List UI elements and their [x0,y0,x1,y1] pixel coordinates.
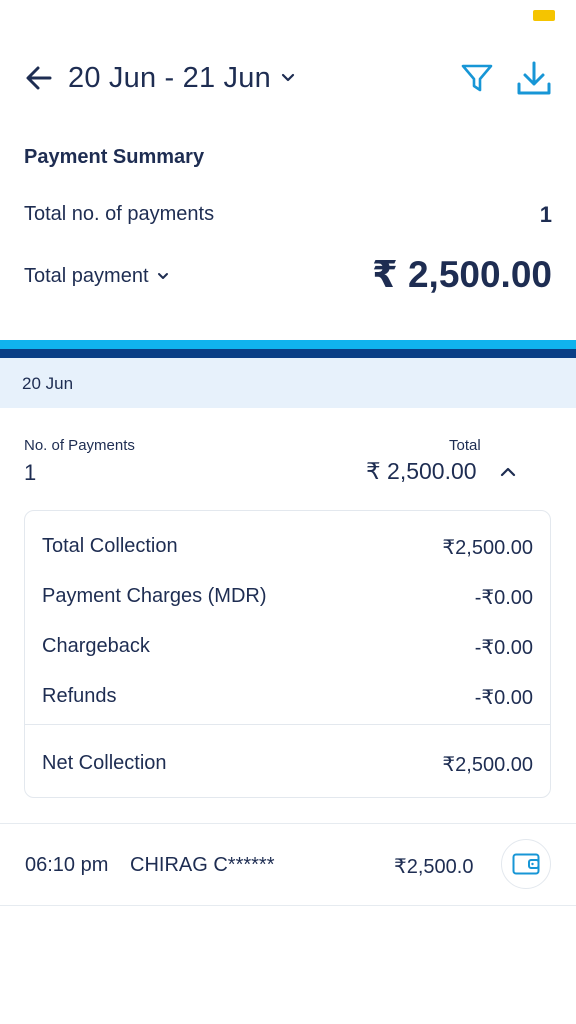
chevron-down-icon [157,273,168,279]
breakdown-row: Total Collection ₹2,500.00 [42,535,533,560]
total-payments-count-label: Total no. of payments [24,203,215,225]
breakdown-divider [25,724,550,725]
date-range-selector[interactable]: 20 Jun - 21 Jun [68,61,295,95]
date-group-header: 20 Jun [0,358,576,408]
date-group-label: 20 Jun [22,374,74,393]
breakdown-label: Chargeback [42,635,150,657]
payment-summary-title: Payment Summary [24,146,205,168]
breakdown-value: -₹0.00 [474,687,533,709]
breakdown-row: Refunds -₹0.00 [42,685,533,710]
total-payment-toggle[interactable]: Total payment [24,265,169,288]
download-button[interactable] [514,59,554,99]
total-payments-count-value: 1 [539,202,552,227]
divider [0,905,576,906]
status-indicator [533,10,555,21]
collection-breakdown-card: Total Collection ₹2,500.00 Payment Charg… [24,510,551,798]
download-icon [517,61,551,95]
payment-method-badge [501,839,551,889]
payments-count-label: No. of Payments [24,437,135,454]
filter-button[interactable] [458,59,496,97]
breakdown-value: -₹0.00 [474,587,533,609]
transaction-row[interactable]: 06:10 pm CHIRAG C****** ₹2,500.0 [0,824,576,905]
total-payment-label: Total payment [24,265,149,287]
transaction-payer: CHIRAG C****** [130,854,275,876]
net-collection-label: Net Collection [42,752,167,774]
arrow-left-icon [26,66,52,90]
collapse-button[interactable] [496,460,520,484]
transaction-time: 06:10 pm [25,854,109,876]
breakdown-label: Payment Charges (MDR) [42,585,267,607]
back-button[interactable] [22,61,56,95]
breakdown-value: ₹2,500.00 [442,537,533,559]
day-total-label: Total [449,437,481,454]
payments-count-value: 1 [24,460,37,485]
net-collection-row: Net Collection ₹2,500.00 [42,752,533,777]
breakdown-row: Payment Charges (MDR) -₹0.00 [42,585,533,610]
date-range-label: 20 Jun - 21 Jun [68,61,271,94]
accent-bar-dark [0,349,576,358]
breakdown-label: Refunds [42,685,117,707]
filter-icon [461,64,493,92]
chevron-down-icon [281,73,295,82]
header: 20 Jun - 21 Jun [0,55,576,101]
transaction-amount: ₹2,500.0 [394,856,474,878]
breakdown-value: -₹0.00 [474,637,533,659]
chevron-up-icon [500,467,516,477]
accent-bar-light [0,340,576,349]
day-total-value: ₹ 2,500.00 [366,458,477,484]
breakdown-row: Chargeback -₹0.00 [42,635,533,660]
net-collection-value: ₹2,500.00 [442,754,533,776]
breakdown-label: Total Collection [42,535,178,557]
wallet-icon [512,853,540,875]
total-payment-amount: ₹ 2,500.00 [371,254,552,295]
